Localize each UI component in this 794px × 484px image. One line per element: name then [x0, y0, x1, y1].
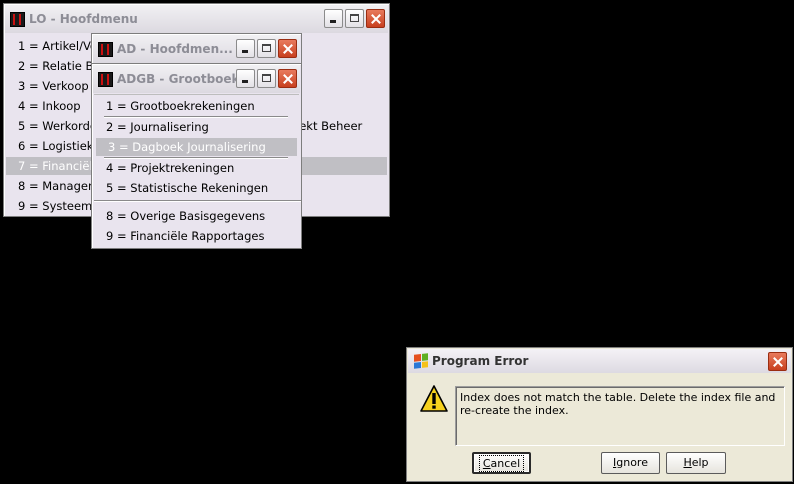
- close-button[interactable]: [278, 39, 297, 58]
- error-message: Index does not match the table. Delete t…: [455, 386, 785, 446]
- ignore-button[interactable]: Ignore: [601, 452, 660, 474]
- maximize-button[interactable]: [345, 9, 364, 28]
- adgb-menu-list: 1 = Grootboekrekeningen 2 = Journaliseri…: [94, 94, 301, 246]
- help-button[interactable]: Help: [666, 452, 726, 474]
- menu-item-dagboek-journalisering[interactable]: 3 = Dagboek Journalisering: [96, 138, 297, 156]
- ad-title: AD - Hoofdmen...: [117, 42, 233, 56]
- maximize-button[interactable]: [257, 39, 276, 58]
- ad-titlebar[interactable]: AD - Hoofdmen...: [93, 35, 300, 63]
- app-icon: [10, 11, 25, 27]
- close-button[interactable]: [768, 352, 787, 371]
- lo-titlebar[interactable]: LO - Hoofdmenu: [5, 5, 388, 33]
- minimize-button[interactable]: [324, 9, 343, 28]
- adgb-title: ADGB - Grootboek: [117, 72, 240, 86]
- program-error-dialog: Program Error Index does not match the t…: [406, 347, 793, 482]
- windows-logo-icon: [414, 353, 428, 369]
- menu-item-financiele-rapportages[interactable]: 9 = Financiële Rapportages: [94, 227, 299, 245]
- close-button[interactable]: [366, 9, 385, 28]
- minimize-button[interactable]: [236, 39, 255, 58]
- menu-item-projektrekeningen[interactable]: 4 = Projektrekeningen: [94, 159, 299, 177]
- adgb-grootboek-window: ADGB - Grootboek 1 = Grootboekrekeningen…: [91, 63, 302, 249]
- app-icon: [98, 71, 113, 87]
- menu-item-statistische-rekeningen[interactable]: 5 = Statistische Rekeningen: [94, 179, 299, 197]
- ad-hoofdmenu-window: AD - Hoofdmen...: [91, 33, 302, 67]
- warning-icon: [420, 385, 448, 412]
- cancel-button[interactable]: Cancel: [472, 452, 531, 474]
- menu-item-projekt-fragment[interactable]: ojekt Beheer: [289, 117, 387, 135]
- menu-item-journalisering[interactable]: 2 = Journalisering: [94, 118, 299, 136]
- menu-item-grootboekrekeningen[interactable]: 1 = Grootboekrekeningen: [94, 97, 299, 115]
- adgb-titlebar[interactable]: ADGB - Grootboek: [93, 65, 300, 93]
- minimize-button[interactable]: [236, 69, 255, 88]
- maximize-button[interactable]: [257, 69, 276, 88]
- lo-title: LO - Hoofdmenu: [29, 12, 138, 26]
- close-button[interactable]: [278, 69, 297, 88]
- error-titlebar[interactable]: Program Error: [408, 349, 791, 373]
- app-icon: [98, 41, 113, 57]
- menu-item-overige-basisgegevens[interactable]: 8 = Overige Basisgegevens: [94, 207, 299, 225]
- error-title: Program Error: [432, 354, 529, 368]
- menu-separator: [94, 200, 301, 202]
